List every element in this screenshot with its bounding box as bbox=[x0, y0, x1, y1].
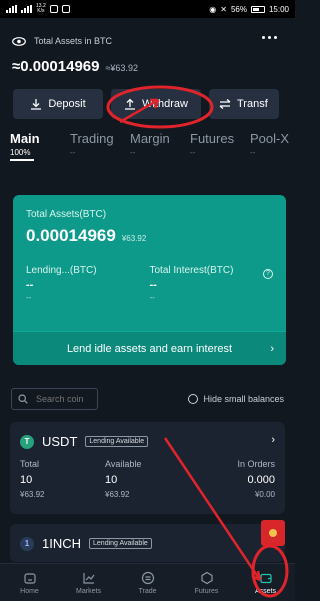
lend-banner-label: Lend idle assets and earn interest bbox=[66, 342, 233, 355]
search-box[interactable] bbox=[11, 388, 98, 410]
total-assets-row: Total Assets in BTC bbox=[12, 36, 283, 46]
nav-trade[interactable]: Trade bbox=[118, 564, 177, 601]
search-row: Hide small balances bbox=[11, 388, 284, 410]
lending-column: Lending...(BTC) -- -- bbox=[26, 264, 150, 302]
lending-available-badge: Lending Available bbox=[85, 436, 149, 447]
withdraw-button[interactable]: Withdraw bbox=[111, 89, 201, 119]
lending-sub: -- bbox=[26, 293, 32, 302]
coin-columns: Total 10 ¥63.92 Available 10 ¥63.92 In O… bbox=[10, 449, 285, 499]
lending-value: -- bbox=[26, 279, 34, 291]
transfer-icon bbox=[219, 99, 231, 109]
balance-cny: ≈¥63.92 bbox=[105, 63, 138, 73]
bottom-nav: Home Markets Trade Futures Assets bbox=[0, 563, 295, 601]
search-input[interactable] bbox=[36, 394, 96, 404]
battery-icon bbox=[250, 5, 265, 13]
signal-icon-2 bbox=[21, 5, 32, 13]
interest-column: Total Interest(BTC) -- -- bbox=[150, 264, 274, 302]
card-title: Total Assets(BTC) bbox=[26, 209, 107, 220]
more-icon[interactable] bbox=[262, 36, 277, 39]
app-icon bbox=[61, 5, 70, 13]
card-value: 0.00014969 bbox=[26, 226, 116, 245]
balance-btc: ≈0.00014969 bbox=[12, 58, 100, 75]
card-value-cny: ¥63.92 bbox=[121, 234, 147, 243]
action-buttons: Deposit Withdraw Transf bbox=[0, 89, 295, 119]
deposit-label: Deposit bbox=[48, 98, 86, 110]
interest-value: -- bbox=[149, 279, 157, 291]
coin-card-1inch[interactable]: 1 1INCH Lending Available bbox=[10, 524, 285, 562]
chart-icon bbox=[82, 572, 94, 584]
nav-markets[interactable]: Markets bbox=[59, 564, 118, 601]
main-account-card: Total Assets(BTC) 0.00014969 ¥63.92 Lend… bbox=[13, 195, 286, 365]
card-columns: Lending...(BTC) -- -- Total Interest(BTC… bbox=[26, 264, 273, 302]
clock: 15:00 bbox=[268, 4, 289, 14]
radio-icon[interactable] bbox=[188, 394, 199, 404]
card-value-row: 0.00014969 ¥63.92 bbox=[26, 226, 273, 246]
nav-futures[interactable]: Futures bbox=[177, 564, 236, 601]
account-tabs: Main 100% Trading -- Margin -- Futures -… bbox=[0, 131, 295, 169]
transfer-label: Transf bbox=[237, 98, 268, 110]
tab-trading[interactable]: Trading -- bbox=[70, 131, 118, 169]
eye-status-icon: ◉ bbox=[209, 4, 217, 14]
hide-small-balances-toggle[interactable]: Hide small balances bbox=[188, 394, 284, 404]
card-body: Total Assets(BTC) 0.00014969 ¥63.92 Lend… bbox=[13, 195, 286, 316]
in-orders-column: In Orders 0.000 ¥0.00 bbox=[237, 459, 275, 499]
notification-icon bbox=[49, 5, 58, 13]
balance-row: ≈0.00014969 ≈¥63.92 bbox=[12, 58, 283, 75]
lending-available-badge: Lending Available bbox=[89, 538, 152, 549]
assets-header: Total Assets in BTC ≈0.00014969 ≈¥63.92 bbox=[0, 18, 295, 75]
tab-margin[interactable]: Margin -- bbox=[130, 131, 178, 169]
total-assets-label: Total Assets in BTC bbox=[34, 36, 113, 46]
coin-name: USDT bbox=[42, 434, 78, 449]
available-column: Available 10 ¥63.92 bbox=[105, 459, 142, 499]
lend-banner[interactable]: Lend idle assets and earn interest › bbox=[13, 331, 286, 365]
status-left: 13.2 K/s bbox=[6, 4, 70, 14]
tab-pool-x[interactable]: Pool-X -- bbox=[250, 131, 295, 169]
upload-icon bbox=[125, 98, 136, 110]
red-envelope-icon[interactable] bbox=[261, 520, 285, 546]
total-column: Total 10 ¥63.92 bbox=[20, 459, 45, 499]
usdt-logo-icon: T bbox=[20, 434, 34, 449]
hide-small-label: Hide small balances bbox=[203, 394, 284, 404]
chevron-right-icon: › bbox=[270, 342, 274, 355]
mute-icon: ✕ bbox=[220, 4, 227, 14]
withdraw-label: Withdraw bbox=[142, 98, 188, 110]
download-icon bbox=[31, 99, 42, 110]
network-speed: 13.2 K/s bbox=[36, 3, 46, 14]
transfer-button[interactable]: Transf bbox=[209, 89, 279, 119]
home-icon bbox=[23, 572, 36, 584]
help-icon[interactable]: ? bbox=[263, 269, 273, 279]
interest-sub: -- bbox=[149, 293, 155, 302]
trade-icon bbox=[141, 571, 154, 584]
nav-home[interactable]: Home bbox=[0, 564, 59, 601]
battery-percent: 56% bbox=[230, 4, 247, 14]
coin-card-usdt[interactable]: T USDT Lending Available › Total 10 ¥63.… bbox=[10, 422, 285, 514]
signal-icon bbox=[6, 5, 17, 13]
status-bar: 13.2 K/s ◉ ✕ 56% 15:00 bbox=[0, 0, 295, 18]
eye-icon[interactable] bbox=[12, 36, 26, 46]
interest-label: Total Interest(BTC) bbox=[149, 265, 234, 276]
nav-assets[interactable]: Assets bbox=[236, 564, 295, 601]
lending-label: Lending...(BTC) bbox=[26, 265, 97, 276]
wallet-icon bbox=[259, 573, 272, 583]
status-right: ◉ ✕ 56% 15:00 bbox=[209, 5, 289, 14]
tab-futures[interactable]: Futures -- bbox=[190, 131, 238, 169]
coin-head: 1 1INCH Lending Available bbox=[10, 524, 285, 551]
chevron-right-icon: › bbox=[271, 434, 275, 446]
deposit-button[interactable]: Deposit bbox=[13, 89, 103, 119]
coin-name: 1INCH bbox=[42, 536, 82, 551]
1inch-logo-icon: 1 bbox=[20, 536, 34, 551]
futures-icon bbox=[200, 571, 213, 584]
coin-head: T USDT Lending Available bbox=[10, 422, 285, 449]
tab-main[interactable]: Main 100% bbox=[10, 131, 58, 169]
search-icon bbox=[18, 394, 28, 404]
